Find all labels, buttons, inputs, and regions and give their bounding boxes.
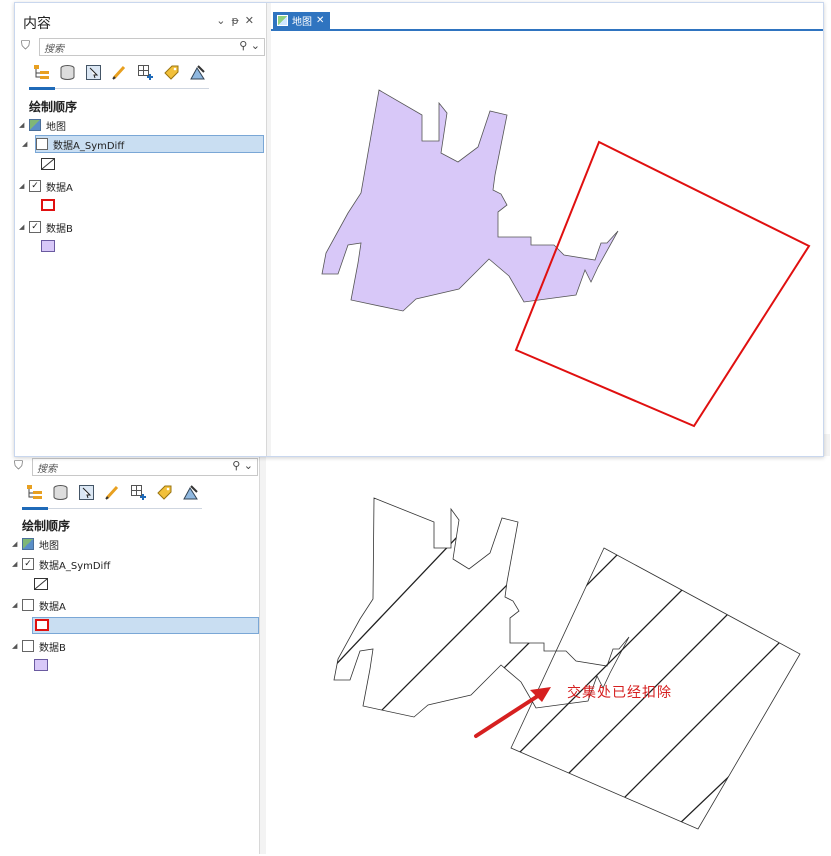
search-tools: ⚲ ⌄ — [239, 39, 260, 52]
bottom-screenshot: ⛉ 搜索 ⚲ ⌄ 绘制顺序 ◢ 地图 ◢ ✓ 数据A_SymDiff ◢ 数据A… — [8, 434, 830, 854]
close-icon[interactable]: ✕ — [245, 14, 260, 27]
search-placeholder: 搜索 — [37, 464, 57, 475]
tree-item-layer-label: 数据B — [39, 642, 66, 654]
chevron-down-icon[interactable]: ⌄ — [216, 14, 231, 27]
list-by-source-icon[interactable] — [52, 484, 69, 501]
layer-visibility-checkbox[interactable] — [36, 138, 48, 150]
symdiff-symbol-icon[interactable] — [34, 578, 48, 590]
list-by-snapping-icon[interactable] — [137, 64, 154, 81]
list-by-source-icon[interactable] — [59, 64, 76, 81]
top-screenshot: 内容 ⌄ᵽ✕ ⛉ 搜索 ⚲ ⌄ 绘制顺序 ◢ 地图 ◢ 数据A_SymDiff … — [14, 2, 824, 457]
search-input[interactable]: 搜索 ⚲ ⌄ — [32, 458, 258, 476]
tree-item-map[interactable]: ◢ 地图 — [12, 536, 59, 552]
layer-visibility-checkbox[interactable]: ✓ — [22, 558, 34, 570]
search-tools: ⚲ ⌄ — [232, 459, 253, 472]
expand-triangle-icon[interactable]: ◢ — [12, 560, 22, 568]
list-by-perspective-icon[interactable] — [189, 64, 206, 81]
map-icon — [29, 119, 41, 131]
list-by-labeling-icon[interactable] — [163, 64, 180, 81]
expand-triangle-icon[interactable]: ◢ — [12, 601, 22, 609]
tree-item-layer-a[interactable]: ◢ ✓ 数据A — [19, 178, 73, 194]
expand-triangle-icon[interactable]: ◢ — [19, 121, 29, 129]
tree-item-layer-symdiff[interactable]: ◢ 数据A_SymDiff — [22, 135, 264, 153]
tree-item-map-label: 地图 — [39, 540, 59, 552]
tree-item-map-label: 地图 — [46, 121, 66, 133]
layer-b-symbol-icon[interactable] — [34, 659, 48, 671]
expand-triangle-icon[interactable]: ◢ — [12, 642, 22, 650]
filter-icon[interactable]: ⛉ — [21, 38, 30, 53]
contents-pane: 内容 ⌄ᵽ✕ ⛉ 搜索 ⚲ ⌄ 绘制顺序 ◢ 地图 ◢ 数据A_SymDiff … — [15, 3, 267, 456]
chevron-down-icon[interactable]: ⌄ — [251, 39, 260, 52]
list-by-drawing-order-icon[interactable] — [33, 64, 50, 81]
section-title-drawing-order: 绘制顺序 — [22, 519, 71, 533]
layer-visibility-checkbox[interactable] — [22, 599, 34, 611]
list-by-snapping-icon[interactable] — [130, 484, 147, 501]
contents-toolbar — [26, 484, 199, 501]
expand-triangle-icon[interactable]: ◢ — [22, 140, 36, 148]
layer-a-symbol-row-selected[interactable] — [32, 617, 259, 634]
map-icon — [22, 538, 34, 550]
list-by-editing-icon[interactable] — [104, 484, 121, 501]
search-placeholder: 搜索 — [44, 44, 64, 55]
layer-visibility-checkbox[interactable] — [22, 640, 34, 652]
tree-item-layer-b[interactable]: ◢ ✓ 数据B — [19, 219, 73, 235]
tree-item-map[interactable]: ◢ 地图 — [19, 117, 66, 133]
layer-b-polygon — [321, 89, 619, 312]
map-canvas — [321, 89, 811, 428]
search-input[interactable]: 搜索 ⚲ ⌄ — [39, 38, 265, 56]
expand-triangle-icon[interactable]: ◢ — [12, 540, 22, 548]
list-by-editing-icon[interactable] — [111, 64, 128, 81]
list-by-labeling-icon[interactable] — [156, 484, 173, 501]
toolbar-active-indicator — [22, 507, 48, 510]
contents-toolbar — [33, 64, 206, 81]
contents-pane-bottom: ⛉ 搜索 ⚲ ⌄ 绘制顺序 ◢ 地图 ◢ ✓ 数据A_SymDiff ◢ 数据A… — [8, 434, 260, 854]
tree-item-layer-label: 数据A — [46, 182, 73, 194]
expand-triangle-icon[interactable]: ◢ — [19, 223, 29, 231]
layer-a-symbol-icon[interactable] — [35, 619, 49, 631]
search-icon[interactable]: ⚲ — [232, 459, 240, 472]
toolbar-active-indicator — [29, 87, 55, 90]
symdiff-symbol-icon[interactable] — [41, 158, 55, 170]
toolbar-underline — [22, 508, 202, 509]
tree-item-layer-label: 数据A_SymDiff — [53, 140, 125, 152]
section-title-drawing-order: 绘制顺序 — [29, 100, 78, 114]
tree-item-layer-label: 数据A — [39, 601, 66, 613]
layer-visibility-checkbox[interactable]: ✓ — [29, 180, 41, 192]
layer-visibility-checkbox[interactable]: ✓ — [29, 221, 41, 233]
list-by-perspective-icon[interactable] — [182, 484, 199, 501]
pane-header-icons: ⌄ᵽ✕ — [216, 14, 260, 27]
search-icon[interactable]: ⚲ — [239, 39, 247, 52]
tree-item-layer-a[interactable]: ◢ 数据A — [12, 597, 66, 613]
layer-a-symbol-icon[interactable] — [41, 199, 55, 211]
expand-triangle-icon[interactable]: ◢ — [19, 182, 29, 190]
map-view-bottom[interactable]: 交集处已经扣除 — [266, 456, 830, 854]
tree-item-layer-b[interactable]: ◢ 数据B — [12, 638, 66, 654]
tree-item-layer-label: 数据B — [46, 223, 73, 235]
tree-item-layer-label: 数据A_SymDiff — [39, 560, 111, 572]
contents-pane-title: 内容 — [23, 16, 51, 32]
list-by-selection-icon[interactable] — [85, 64, 102, 81]
layer-b-symbol-icon[interactable] — [41, 240, 55, 252]
chevron-down-icon[interactable]: ⌄ — [244, 459, 253, 472]
list-by-selection-icon[interactable] — [78, 484, 95, 501]
annotation-text: 交集处已经扣除 — [567, 685, 672, 701]
filter-icon[interactable]: ⛉ — [14, 458, 23, 473]
tree-item-layer-symdiff[interactable]: ◢ ✓ 数据A_SymDiff — [12, 556, 110, 572]
toolbar-underline — [29, 88, 209, 89]
annotation-arrow — [474, 687, 551, 738]
list-by-drawing-order-icon[interactable] — [26, 484, 43, 501]
map-view[interactable]: 地图 ✕ — [271, 3, 823, 456]
pin-icon[interactable]: ᵽ — [231, 14, 244, 27]
